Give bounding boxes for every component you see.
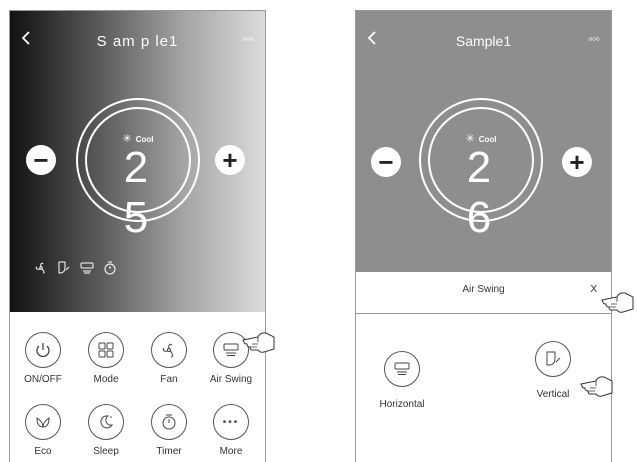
- eco-button[interactable]: Eco: [12, 404, 74, 457]
- status-icons: [34, 261, 117, 275]
- eco-icon-circle: [25, 404, 61, 440]
- temperature-dial: ✳ Cool 2 6: [419, 98, 543, 242]
- vertical-swing-icon: [546, 351, 561, 366]
- air-swing-sheet-header: Air Swing X: [356, 272, 611, 314]
- air-swing-label: Air Swing: [209, 374, 253, 385]
- pointing-hand-close-icon: [601, 292, 634, 313]
- device-title: Sample1: [455, 33, 512, 49]
- horizontal-icon-circle: [384, 351, 420, 387]
- sleep-label: Sleep: [93, 446, 119, 457]
- temperature-value: 2 6: [466, 143, 506, 242]
- increase-temp-button[interactable]: +: [562, 147, 592, 177]
- fan-label: Fan: [160, 374, 178, 385]
- decrease-temp-button[interactable]: −: [26, 145, 56, 175]
- fan-icon: [162, 343, 173, 358]
- plus-icon: +: [569, 147, 585, 177]
- pointing-hand-vertical-icon: [580, 376, 613, 397]
- on-off-label: ON/OFF: [24, 374, 62, 385]
- sleep-button[interactable]: Sleep: [75, 404, 137, 457]
- temperature-panel-dimmed: Sample1 ◦◦◦ ✳ Cool 2 6 − +: [356, 11, 611, 272]
- horizontal-swing-status-icon: [80, 262, 94, 274]
- eco-leaf-icon: [36, 417, 50, 428]
- increase-temp-button[interactable]: +: [215, 145, 245, 175]
- more-menu-icon[interactable]: ◦◦◦: [242, 31, 254, 46]
- app-screen-air-swing: Sample1 ◦◦◦ ✳ Cool 2 6 − + Air Swing X Ho…: [355, 10, 612, 462]
- fan-status-icon: [35, 262, 45, 274]
- temperature-dial-inner: ✳ Cool 2 6: [428, 107, 534, 242]
- minus-icon: −: [33, 145, 49, 175]
- timer-button[interactable]: Timer: [138, 404, 200, 457]
- more-menu-icon[interactable]: ◦◦◦: [588, 31, 600, 46]
- power-icon: [36, 343, 50, 358]
- device-title: S am p le1: [96, 33, 179, 50]
- control-button-panel: ON/OFF Mode Fan Air Swing Eco Sleep Time…: [10, 312, 265, 462]
- plus-icon: +: [222, 145, 238, 175]
- vertical-icon-circle: [535, 341, 571, 377]
- mode-label-text: Mode: [93, 374, 119, 385]
- temperature-panel: S am p le1 ◦◦◦ ✳ Cool 2 5 − +: [10, 11, 265, 312]
- timer-status-icon: [104, 261, 116, 275]
- pointing-hand-icon: [242, 332, 275, 353]
- air-swing-icon: [223, 343, 239, 356]
- vertical-swing-status-icon: [58, 261, 70, 274]
- decrease-temp-button[interactable]: −: [371, 147, 401, 177]
- sleep-moon-icon: [100, 415, 114, 429]
- fan-button[interactable]: Fan: [138, 332, 200, 385]
- timer-label: Timer: [156, 446, 182, 457]
- temperature-dial: ✳ Cool 2 5: [76, 98, 200, 242]
- sleep-icon-circle: [88, 404, 124, 440]
- fan-icon-circle: [151, 332, 187, 368]
- minus-icon: −: [378, 147, 394, 177]
- more-icon-circle: •••: [213, 404, 249, 440]
- temperature-value: 2 5: [123, 143, 163, 242]
- power-icon-circle: [25, 332, 61, 368]
- horizontal-swing-icon: [394, 362, 410, 375]
- close-button[interactable]: X: [590, 284, 597, 295]
- mode-button[interactable]: Mode: [75, 332, 137, 385]
- eco-label: Eco: [34, 446, 52, 457]
- mode-icon-circle: [88, 332, 124, 368]
- more-dots-icon: •••: [222, 416, 240, 428]
- timer-icon: [162, 414, 176, 430]
- more-button[interactable]: ••• More: [200, 404, 262, 457]
- more-label: More: [219, 446, 243, 457]
- on-off-button[interactable]: ON/OFF: [12, 332, 74, 385]
- app-screen-main: S am p le1 ◦◦◦ ✳ Cool 2 5 − + ON/OFF Mode: [9, 10, 266, 462]
- timer-icon-circle: [151, 404, 187, 440]
- mode-grid-icon: [98, 342, 114, 358]
- temperature-dial-inner: ✳ Cool 2 5: [85, 107, 191, 242]
- air-swing-title: Air Swing: [462, 284, 505, 295]
- horizontal-label: Horizontal: [379, 399, 425, 410]
- horizontal-swing-option[interactable]: Horizontal: [362, 351, 442, 410]
